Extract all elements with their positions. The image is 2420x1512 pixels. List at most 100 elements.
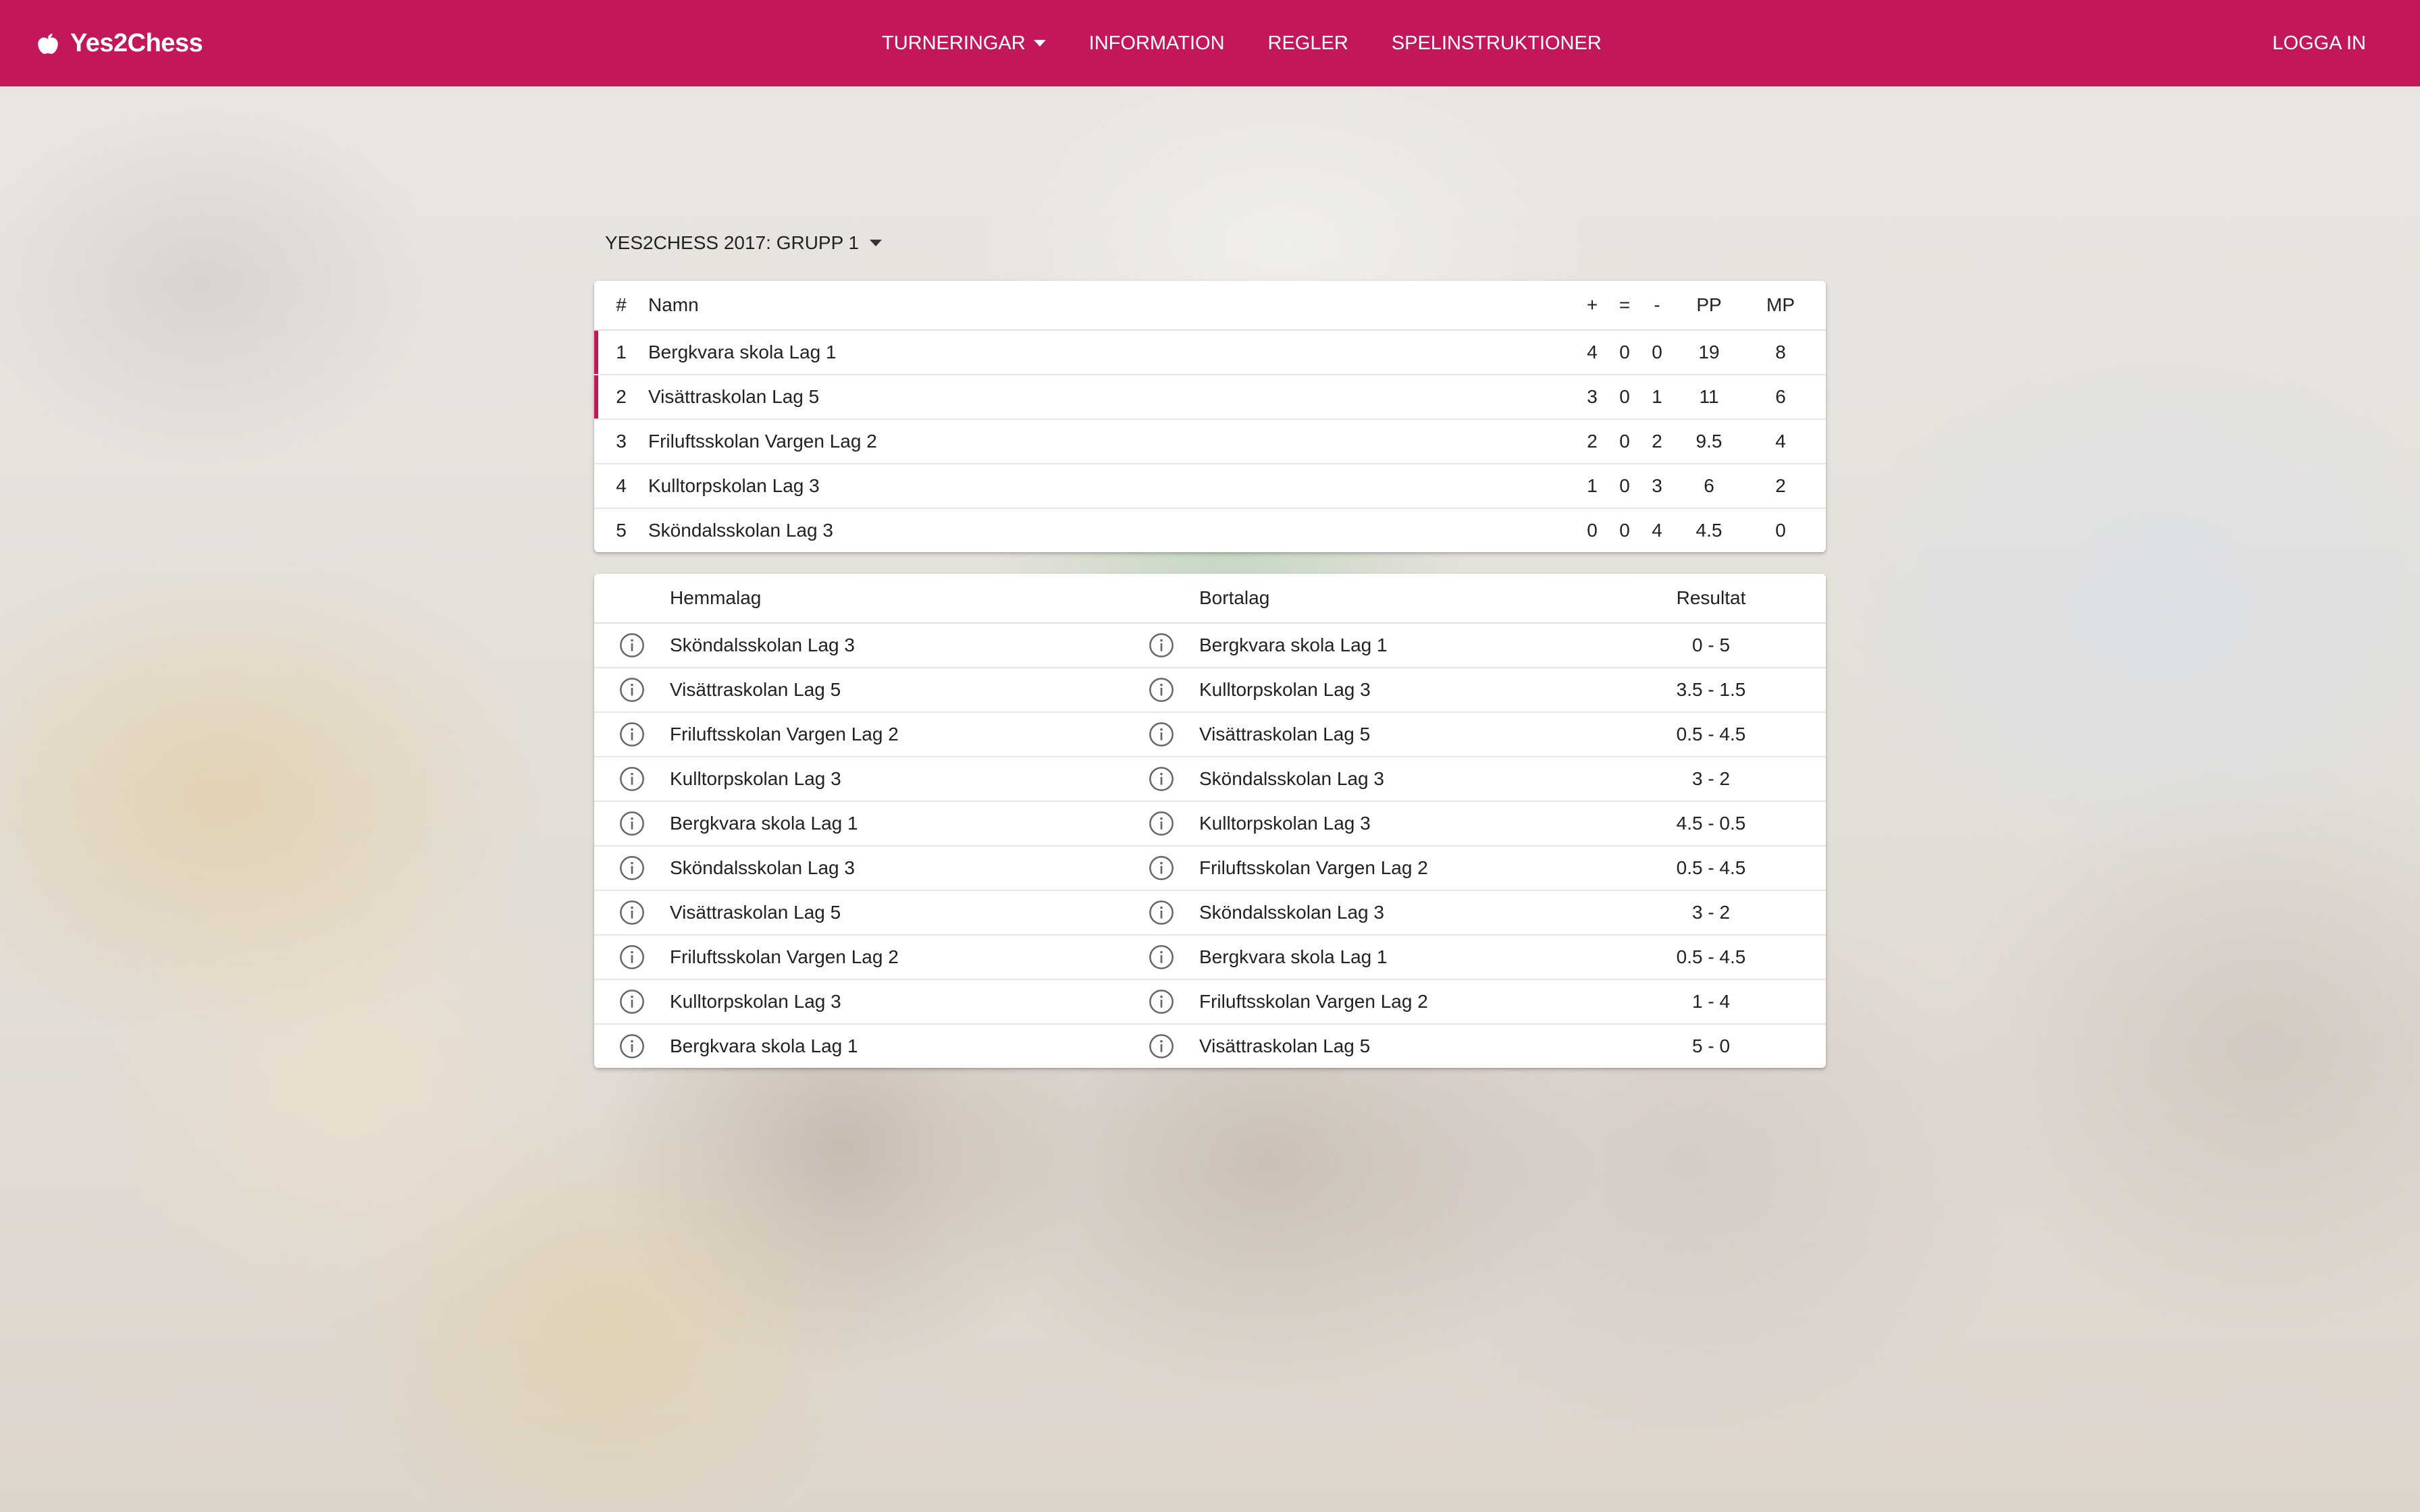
- cell-pad: [1806, 757, 1826, 802]
- cell-home-team: Bergkvara skola Lag 1: [670, 801, 1124, 846]
- nav-turneringar-label: TURNERINGAR: [882, 32, 1026, 54]
- cell-away-team: Friluftsskolan Vargen Lag 2: [1199, 979, 1616, 1025]
- cell-team-name: Visättraskolan Lag 5: [648, 375, 1576, 420]
- match-row: Friluftsskolan Vargen Lag 2 Bergkvara sko…: [594, 935, 1826, 980]
- cell-pp: 9.5: [1673, 419, 1745, 464]
- info-circle-icon[interactable]: [1148, 944, 1175, 971]
- info-circle-icon[interactable]: [619, 988, 646, 1015]
- info-circle-icon[interactable]: [1148, 899, 1175, 926]
- info-circle-icon[interactable]: [1148, 810, 1175, 837]
- home-info-cell: [594, 1024, 670, 1068]
- info-circle-icon[interactable]: [619, 721, 646, 748]
- header-name: Namn: [648, 281, 1576, 331]
- header-mp: MP: [1745, 281, 1816, 331]
- cell-losses: 4: [1652, 520, 1662, 541]
- standings-row[interactable]: 2 Visättraskolan Lag 5 3 0 1 11 6: [594, 375, 1826, 420]
- cell-result: 1 - 4: [1616, 979, 1806, 1025]
- login-link[interactable]: LOGGA IN: [2272, 0, 2366, 86]
- cell-draws: 0: [1608, 464, 1641, 509]
- cell-pp: 6: [1673, 464, 1745, 509]
- cell-mp: 2: [1745, 464, 1816, 509]
- info-circle-icon[interactable]: [619, 676, 646, 703]
- cell-away-team: Kulltorpskolan Lag 3: [1199, 668, 1616, 713]
- cell-team-name: Bergkvara skola Lag 1: [648, 330, 1576, 375]
- main-nav: TURNERINGAR INFORMATION REGLER SPELINSTR…: [882, 0, 1602, 86]
- cell-result: 5 - 0: [1691, 1035, 1731, 1056]
- standings-row[interactable]: 4 Kulltorpskolan Lag 310362: [594, 464, 1826, 509]
- cell-away-team: Friluftsskolan Vargen Lag 2: [1199, 846, 1616, 891]
- away-info-cell: [1124, 979, 1199, 1025]
- standings-row[interactable]: 5 Sköndalsskolan Lag 3 0 0 4 4.5 0: [594, 508, 1826, 552]
- away-info-cell: [1124, 1024, 1199, 1068]
- match-row: Bergkvara skola Lag 1 Kulltorpskolan Lag …: [594, 801, 1826, 846]
- away-info-cell: [1124, 890, 1199, 936]
- cell-mp: 6: [1745, 375, 1816, 420]
- cell-home-team: Friluftsskolan Vargen Lag 2: [670, 712, 1124, 757]
- home-info-cell: [594, 757, 670, 802]
- nav-turneringar[interactable]: TURNERINGAR: [882, 32, 1046, 55]
- match-row: Friluftsskolan Vargen Lag 2 Visättraskola…: [594, 712, 1826, 757]
- cell-mp: 0: [1775, 520, 1786, 541]
- cell-away-team: Kulltorpskolan Lag 3: [1199, 801, 1616, 846]
- cell-away-team: Visättraskolan Lag 5: [1199, 712, 1616, 757]
- cell-losses: 0: [1641, 330, 1673, 375]
- cell-wins: 0: [1587, 520, 1598, 541]
- cell-result: 0.5 - 4.5: [1616, 712, 1806, 757]
- standings-row[interactable]: 3 Friluftsskolan Vargen Lag 2 2 0 2 9.5 4: [594, 419, 1826, 464]
- info-circle-icon[interactable]: [1148, 765, 1175, 792]
- cell-pp: 19: [1673, 330, 1745, 375]
- brand-logo[interactable]: Yes2Chess: [34, 0, 203, 86]
- cell-home-team: Visättraskolan Lag 5: [670, 668, 1124, 713]
- standings-row[interactable]: 1 Bergkvara skola Lag 1 4 0 0 19 8: [594, 330, 1826, 375]
- cell-pad: [1806, 890, 1826, 936]
- cell-away-team: Sköndalsskolan Lag 3: [1199, 890, 1616, 936]
- cell-result: 3 - 2: [1616, 890, 1806, 936]
- info-circle-icon[interactable]: [619, 810, 646, 837]
- info-circle-icon[interactable]: [1148, 632, 1175, 659]
- header-pad: [1816, 281, 1826, 331]
- info-circle-icon[interactable]: [619, 855, 646, 882]
- match-row: Visättraskolan Lag 5 Sköndalsskolan Lag 3…: [594, 890, 1826, 936]
- info-circle-icon[interactable]: [1148, 1033, 1175, 1060]
- cell-team-name: Friluftsskolan Vargen Lag 2: [648, 419, 1576, 464]
- cell-pp: 11: [1673, 375, 1745, 420]
- login-label: LOGGA IN: [2272, 32, 2366, 54]
- header-losses: -: [1641, 281, 1673, 331]
- group-selector-label: YES2CHESS 2017: GRUPP 1: [605, 232, 860, 253]
- info-circle-icon[interactable]: [1148, 676, 1175, 703]
- info-circle-icon[interactable]: [619, 632, 646, 659]
- standings-header-row: # Namn + = - PP MP: [594, 281, 1826, 331]
- matches-header-row: Hemmalag Bortalag Resultat: [594, 574, 1826, 624]
- cell-away-team: Sköndalsskolan Lag 3: [1199, 757, 1616, 802]
- away-info-cell: [1124, 846, 1199, 891]
- matches-table: Hemmalag Bortalag Resultat Sköndalsskola…: [594, 574, 1826, 1068]
- nav-information[interactable]: INFORMATION: [1089, 32, 1225, 55]
- nav-spelinstruktioner[interactable]: SPELINSTRUKTIONER: [1392, 32, 1602, 55]
- info-circle-icon[interactable]: [619, 899, 646, 926]
- info-circle-icon[interactable]: [1148, 721, 1175, 748]
- group-selector-dropdown[interactable]: YES2CHESS 2017: GRUPP 1: [605, 232, 883, 254]
- cell-mp: 4: [1745, 419, 1816, 464]
- nav-regler[interactable]: REGLER: [1268, 32, 1348, 55]
- cell-home-team: Sköndalsskolan Lag 3: [670, 623, 1124, 668]
- info-circle-icon[interactable]: [619, 944, 646, 971]
- cell-pad: [1816, 464, 1826, 509]
- info-circle-icon[interactable]: [1148, 855, 1175, 882]
- cell-draws: 0: [1608, 375, 1641, 420]
- header-pp: PP: [1673, 281, 1745, 331]
- cell-result: 4.5 - 0.5: [1616, 801, 1806, 846]
- away-info-cell: [1124, 935, 1199, 980]
- cell-pad: [1816, 375, 1826, 420]
- cell-team-name: Sköndalsskolan Lag 3: [648, 520, 833, 541]
- cell-wins: 2: [1576, 419, 1608, 464]
- cell-draws: 0: [1608, 419, 1641, 464]
- info-circle-icon[interactable]: [619, 1033, 646, 1060]
- cell-pad: [1806, 935, 1826, 980]
- cell-pad: [1806, 979, 1826, 1025]
- cell-home-team: Sköndalsskolan Lag 3: [670, 846, 1124, 891]
- cell-pad: [1806, 801, 1826, 846]
- cell-pad: [1806, 712, 1826, 757]
- info-circle-icon[interactable]: [1148, 988, 1175, 1015]
- info-circle-icon[interactable]: [619, 765, 646, 792]
- home-info-cell: [594, 890, 670, 936]
